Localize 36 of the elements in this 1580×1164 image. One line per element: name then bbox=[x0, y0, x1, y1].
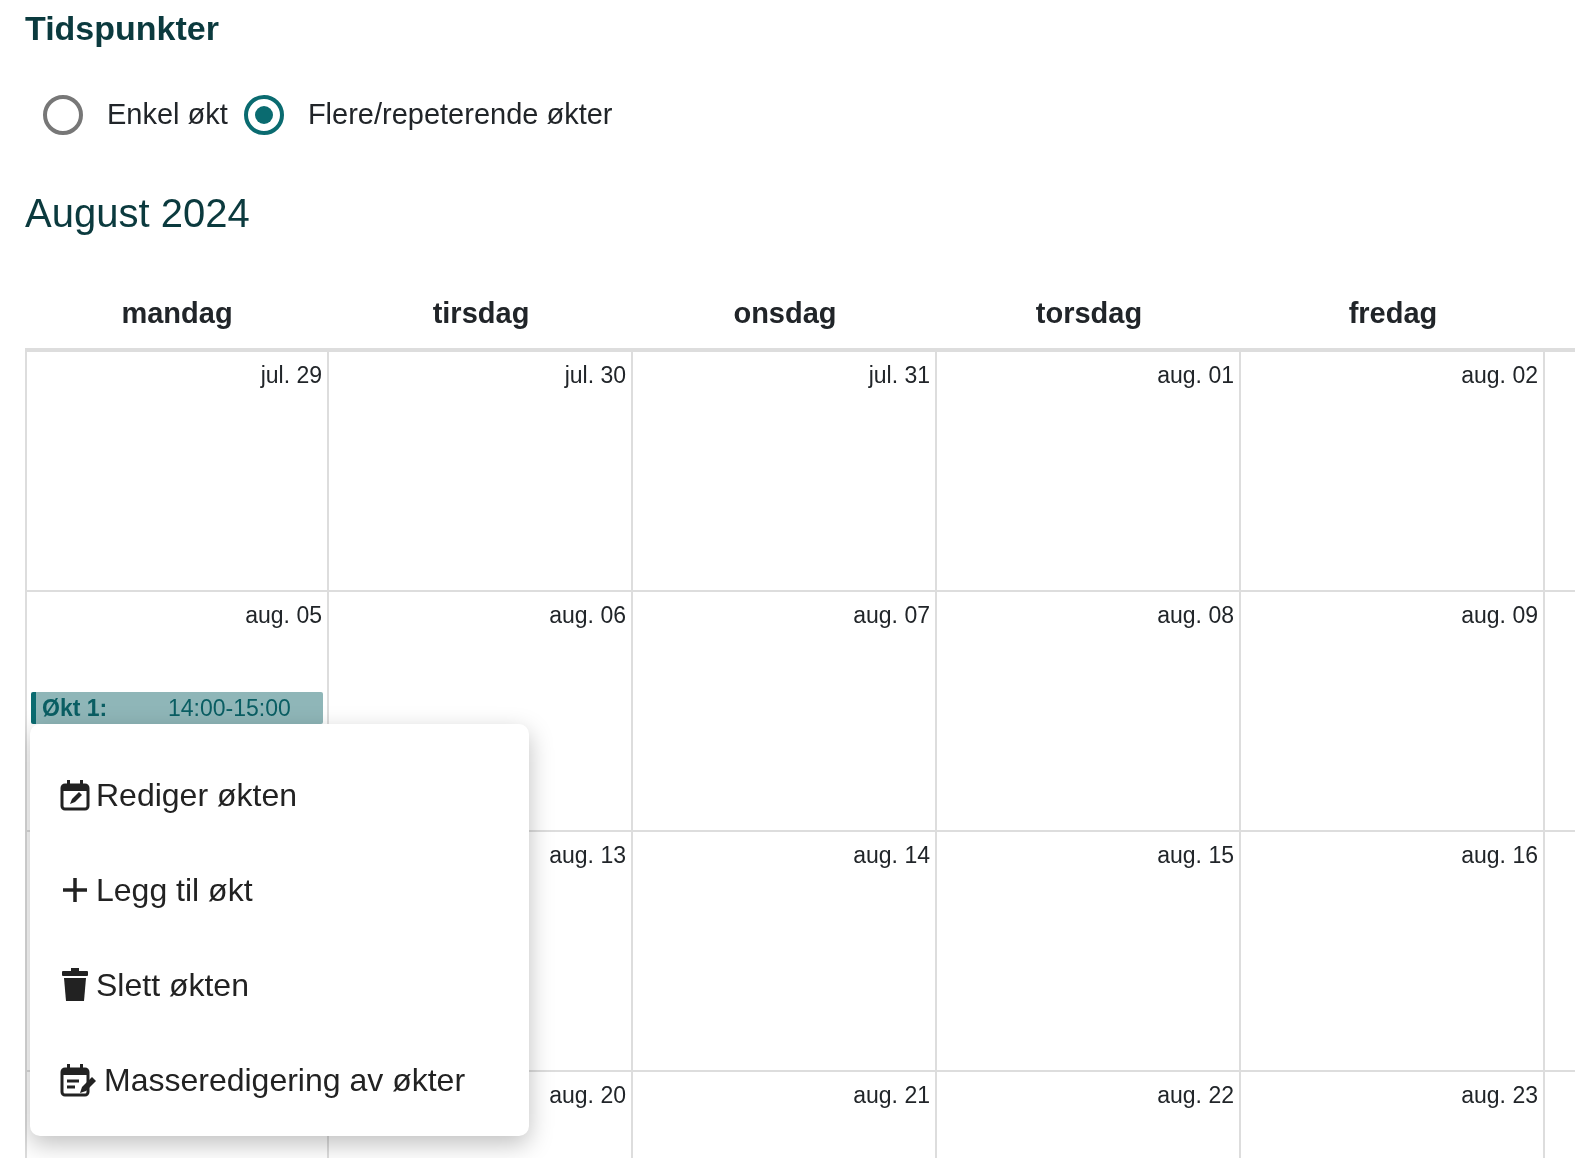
date-label: aug. 09 bbox=[1461, 600, 1538, 630]
radio-button[interactable] bbox=[43, 94, 83, 135]
date-label: aug. 15 bbox=[1157, 840, 1234, 870]
date-label: aug. 06 bbox=[549, 600, 626, 630]
weekday-header: fredag bbox=[1347, 296, 1439, 332]
date-label: aug. 01 bbox=[1157, 360, 1234, 390]
date-label: jul. 31 bbox=[868, 360, 930, 390]
date-label: aug. 02 bbox=[1461, 360, 1538, 390]
menu-item[interactable]: Legg til økt bbox=[30, 842, 529, 938]
weekday-header: onsdag bbox=[732, 296, 838, 332]
menu-item[interactable]: Rediger økten bbox=[30, 747, 529, 843]
date-label: aug. 05 bbox=[245, 600, 322, 630]
date-label: aug. 23 bbox=[1461, 1080, 1538, 1110]
date-label: aug. 08 bbox=[1157, 600, 1234, 630]
date-label: aug. 20 bbox=[549, 1080, 626, 1110]
section-title: Tidspunkter bbox=[25, 8, 220, 49]
date-label: aug. 22 bbox=[1157, 1080, 1234, 1110]
calendar-pencil-icon bbox=[60, 779, 90, 812]
date-label: aug. 16 bbox=[1461, 840, 1538, 870]
trash-icon bbox=[60, 968, 90, 1003]
calendar-pencil-icon bbox=[60, 1063, 98, 1098]
month-title: August 2024 bbox=[25, 190, 251, 238]
weekday-header: tirsdag bbox=[431, 296, 531, 332]
weekday-header: torsdag bbox=[1034, 296, 1144, 332]
radio-button[interactable] bbox=[243, 94, 284, 135]
date-label: jul. 30 bbox=[564, 360, 626, 390]
radio-label: Flere/repeterende økter bbox=[307, 96, 613, 132]
date-label: aug. 13 bbox=[549, 840, 626, 870]
date-label: aug. 07 bbox=[853, 600, 930, 630]
date-label: aug. 21 bbox=[853, 1080, 930, 1110]
radio-label: Enkel økt bbox=[107, 96, 228, 132]
date-label: aug. 14 bbox=[853, 840, 930, 870]
weekday-header: mandag bbox=[120, 296, 234, 332]
date-label: jul. 29 bbox=[260, 360, 322, 390]
menu-item[interactable]: Masseredigering av økter bbox=[30, 1032, 529, 1128]
menu-item[interactable]: Slett økten bbox=[30, 937, 529, 1033]
